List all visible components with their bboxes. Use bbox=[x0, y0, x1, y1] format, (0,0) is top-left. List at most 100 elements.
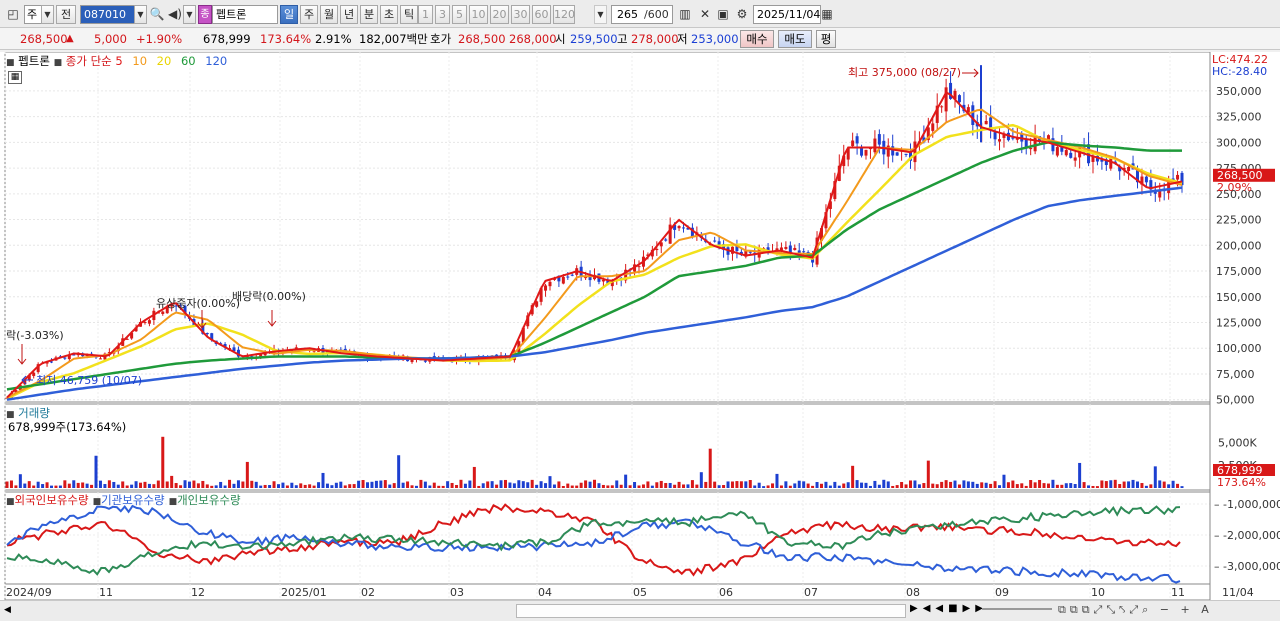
minute-unit-button-5[interactable]: 30 bbox=[511, 5, 530, 24]
playback-controls[interactable]: ▶◀◀■▶▶ bbox=[910, 603, 988, 614]
volume-bar bbox=[1153, 466, 1157, 488]
stock-name-field[interactable]: 펩트론 bbox=[212, 5, 278, 24]
timeframe-button-3[interactable]: 년 bbox=[340, 5, 358, 24]
candle-body bbox=[873, 138, 877, 153]
volume-bar bbox=[735, 481, 739, 488]
search-icon[interactable]: 🔍 bbox=[148, 5, 166, 24]
volume-bar bbox=[1038, 479, 1042, 488]
timeframe-button-5[interactable]: 초 bbox=[380, 5, 398, 24]
view-tools-icons[interactable]: ⧉⧉⧉⤢⤡⤣⤢⌕ − + A bbox=[1058, 603, 1213, 617]
volume-bar bbox=[641, 484, 645, 488]
volume-bar bbox=[299, 483, 303, 488]
minute-unit-button-0[interactable]: 1 bbox=[418, 5, 433, 24]
minute-unit-button-6[interactable]: 60 bbox=[532, 5, 551, 24]
stock-code-input[interactable]: 087010 bbox=[80, 5, 135, 24]
gear-icon[interactable]: ⚙ bbox=[733, 5, 751, 24]
volume-bar bbox=[512, 483, 516, 488]
volume-bar bbox=[1020, 483, 1024, 488]
period-dropdown-icon[interactable]: ▼ bbox=[41, 5, 54, 24]
minute-unit-button-7[interactable]: 120 bbox=[553, 5, 575, 24]
volume-bar bbox=[486, 481, 490, 488]
unit-dropdown-icon[interactable]: ▼ bbox=[594, 5, 607, 24]
volume-bar bbox=[544, 483, 548, 488]
volume-bar bbox=[1162, 481, 1166, 488]
buy-button[interactable]: 매수 bbox=[740, 30, 774, 48]
minute-unit-button-1[interactable]: 3 bbox=[435, 5, 450, 24]
volume-bar bbox=[957, 484, 961, 488]
timeframe-button-0[interactable]: 일 bbox=[280, 5, 298, 24]
volume-bar bbox=[1033, 482, 1037, 488]
volume-bar bbox=[383, 480, 387, 488]
timeframe-button-2[interactable]: 월 bbox=[320, 5, 338, 24]
candle-body bbox=[788, 245, 792, 253]
zoom-slider[interactable] bbox=[982, 608, 1052, 610]
price-tick-label: 350,000 bbox=[1216, 85, 1262, 98]
change-percent: +1.90% bbox=[136, 32, 183, 46]
volume-bar bbox=[214, 485, 218, 488]
x-tick-label: 12 bbox=[191, 586, 205, 599]
eval-button[interactable]: 평 bbox=[816, 30, 836, 48]
up-triangle-icon: ▲ bbox=[66, 33, 74, 44]
code-dropdown-icon[interactable]: ▼ bbox=[134, 5, 147, 24]
volume-bar bbox=[272, 481, 276, 488]
candle-body bbox=[860, 147, 864, 156]
volume-bar bbox=[771, 483, 775, 488]
volume-bar bbox=[837, 485, 841, 488]
prev-button[interactable]: 전 bbox=[56, 5, 76, 24]
window-menu-icon[interactable]: ◰ bbox=[4, 5, 22, 24]
scroll-left-icon[interactable]: ◀ bbox=[4, 605, 11, 615]
volume-bar bbox=[1171, 480, 1175, 488]
x-tick-label: 05 bbox=[633, 586, 647, 599]
volume-bar bbox=[1140, 483, 1144, 488]
candle-body bbox=[784, 246, 788, 249]
volume-bar bbox=[472, 466, 476, 488]
volume-bar bbox=[187, 481, 191, 488]
period-select[interactable]: 주 bbox=[24, 5, 42, 24]
volume-bar bbox=[824, 481, 828, 488]
volume-bar bbox=[975, 483, 979, 488]
candle-body bbox=[1073, 157, 1077, 161]
candle-body bbox=[655, 248, 659, 251]
volume-bar bbox=[1176, 483, 1180, 488]
volume-bar bbox=[183, 480, 187, 488]
timeframe-button-6[interactable]: 틱 bbox=[400, 5, 418, 24]
candle-body bbox=[637, 266, 641, 268]
table-toggle-icon[interactable]: ▦ bbox=[8, 71, 22, 84]
candle-body bbox=[1033, 135, 1037, 152]
volume-panel-title: 거래량 bbox=[18, 406, 50, 420]
volume-bar bbox=[882, 479, 886, 488]
volume-bar bbox=[708, 448, 712, 488]
holding-tick-label: – -2,000,000 bbox=[1214, 529, 1280, 542]
volume-bar bbox=[170, 475, 174, 488]
timeframe-button-4[interactable]: 분 bbox=[360, 5, 378, 24]
volume-bar bbox=[566, 483, 570, 488]
volume-bar bbox=[855, 480, 859, 488]
volume-value-label: 678,999주(173.64%) bbox=[8, 420, 127, 434]
date-input[interactable]: 2025/11/04 bbox=[753, 5, 821, 24]
speaker-icon[interactable]: ◀) bbox=[166, 5, 184, 24]
volume-bar bbox=[575, 485, 579, 488]
volume-bar bbox=[379, 480, 383, 488]
chart-scrollbar[interactable]: ◀ ▶◀◀■▶▶ ⧉⧉⧉⤢⤡⤣⤢⌕ − + A bbox=[0, 600, 1280, 621]
open-price: 259,500 bbox=[570, 32, 618, 46]
chart-canvas[interactable]: 350,000325,000300,000275,000250,000225,0… bbox=[0, 52, 1280, 600]
sell-button[interactable]: 매도 bbox=[778, 30, 812, 48]
volume-bar bbox=[1135, 481, 1139, 488]
candle-body bbox=[1064, 150, 1068, 156]
candle-body bbox=[205, 333, 209, 335]
price-tick-label: 175,000 bbox=[1216, 265, 1262, 278]
candle-type-icon[interactable]: ▥ bbox=[676, 5, 694, 24]
volume-bar bbox=[753, 485, 757, 488]
timeframe-button-1[interactable]: 주 bbox=[300, 5, 318, 24]
crosshair-icon[interactable]: ✕ bbox=[696, 5, 714, 24]
calendar-icon[interactable]: ▦ bbox=[818, 5, 836, 24]
count-input[interactable]: 265 bbox=[611, 5, 641, 24]
scroll-thumb[interactable] bbox=[516, 604, 906, 618]
minute-unit-button-3[interactable]: 10 bbox=[469, 5, 488, 24]
speaker-dropdown-icon[interactable]: ▼ bbox=[183, 5, 196, 24]
volume-bar bbox=[1024, 485, 1028, 488]
minute-unit-button-2[interactable]: 5 bbox=[452, 5, 467, 24]
chart-area[interactable]: 350,000 325,000 300,000 275,000 250,000 225,0… bbox=[0, 52, 1280, 621]
minute-unit-button-4[interactable]: 20 bbox=[490, 5, 509, 24]
save-icon[interactable]: ▣ bbox=[714, 5, 732, 24]
